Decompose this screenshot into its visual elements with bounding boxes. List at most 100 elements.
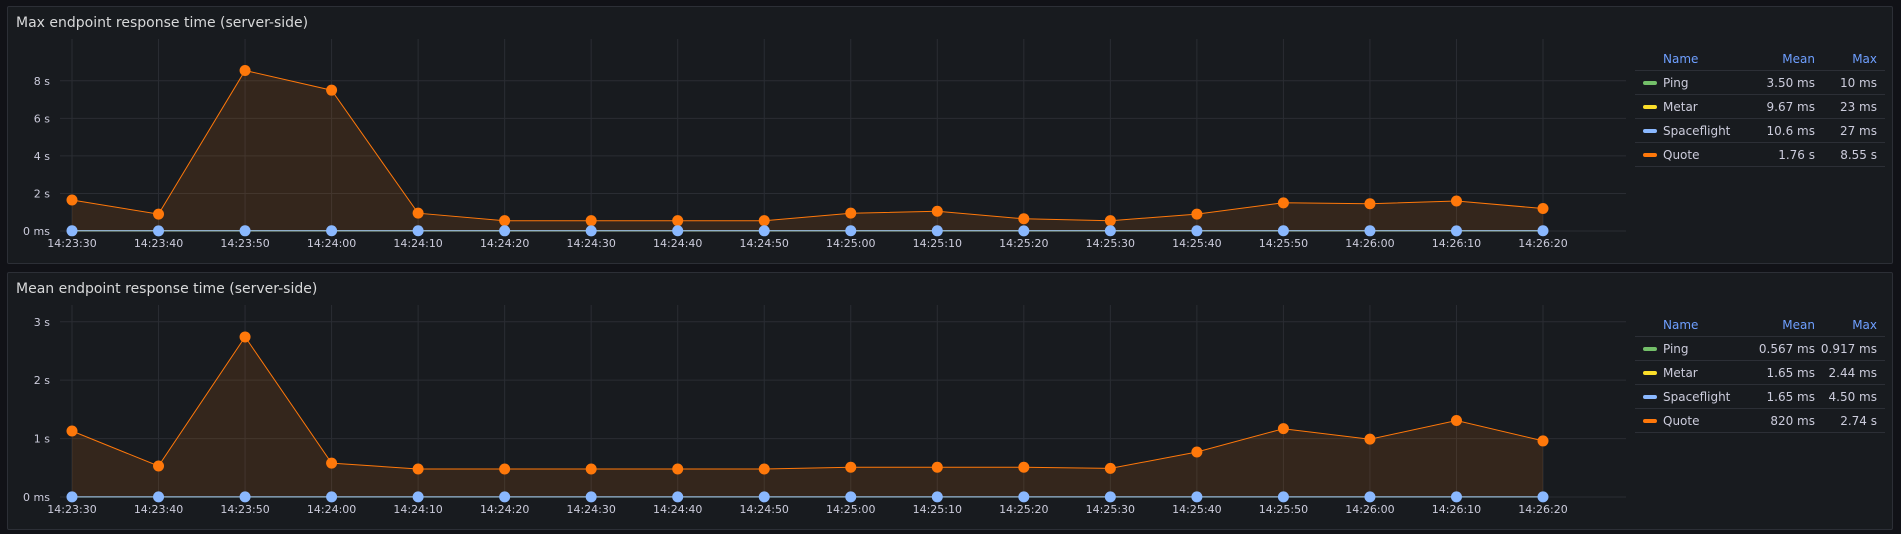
data-point-spaceflight[interactable] — [845, 491, 857, 503]
data-point-quote[interactable] — [66, 194, 78, 206]
data-point-quote[interactable] — [153, 208, 165, 220]
data-point-quote[interactable] — [585, 215, 597, 227]
data-point-spaceflight[interactable] — [1191, 491, 1203, 503]
data-point-quote[interactable] — [1537, 435, 1549, 447]
data-point-quote[interactable] — [1364, 433, 1376, 445]
legend-header-mean[interactable]: Mean — [1735, 318, 1815, 332]
data-point-quote[interactable] — [1018, 461, 1030, 473]
data-point-spaceflight[interactable] — [412, 491, 424, 503]
legend-header-max[interactable]: Max — [1815, 52, 1885, 66]
data-point-spaceflight[interactable] — [1104, 225, 1116, 237]
data-point-quote[interactable] — [1018, 213, 1030, 225]
data-point-quote[interactable] — [499, 463, 511, 475]
data-point-spaceflight[interactable] — [1537, 225, 1549, 237]
data-point-quote[interactable] — [1104, 462, 1116, 474]
data-point-spaceflight[interactable] — [153, 491, 165, 503]
data-point-spaceflight[interactable] — [931, 225, 943, 237]
data-point-quote[interactable] — [845, 207, 857, 219]
data-point-spaceflight[interactable] — [845, 225, 857, 237]
legend-header-name[interactable]: Name — [1635, 52, 1735, 66]
legend-row-metar[interactable]: Metar 1.65 ms 2.44 ms — [1635, 361, 1885, 385]
data-point-quote[interactable] — [326, 84, 338, 96]
data-point-spaceflight[interactable] — [1104, 491, 1116, 503]
data-point-quote[interactable] — [931, 205, 943, 217]
data-point-spaceflight[interactable] — [1364, 225, 1376, 237]
legend-row-ping[interactable]: Ping 0.567 ms 0.917 ms — [1635, 337, 1885, 361]
data-point-spaceflight[interactable] — [1277, 225, 1289, 237]
x-tick-label: 14:25:00 — [826, 237, 875, 250]
legend-swatch — [1643, 104, 1657, 109]
data-point-quote[interactable] — [758, 215, 770, 227]
legend-row-spaceflight[interactable]: Spaceflight 1.65 ms 4.50 ms — [1635, 385, 1885, 409]
data-point-spaceflight[interactable] — [931, 491, 943, 503]
legend-row-ping[interactable]: Ping 3.50 ms 10 ms — [1635, 71, 1885, 95]
data-point-quote[interactable] — [1364, 198, 1376, 210]
legend-row-quote[interactable]: Quote 820 ms 2.74 s — [1635, 409, 1885, 433]
x-tick-label: 14:25:50 — [1259, 237, 1308, 250]
legend-series-name: Metar — [1663, 99, 1698, 114]
data-point-quote[interactable] — [1191, 446, 1203, 458]
data-point-quote[interactable] — [412, 207, 424, 219]
legend-row-quote[interactable]: Quote 1.76 s 8.55 s — [1635, 143, 1885, 167]
legend-series-name: Quote — [1663, 147, 1700, 162]
data-point-spaceflight[interactable] — [758, 491, 770, 503]
data-point-quote[interactable] — [1537, 202, 1549, 214]
data-point-quote[interactable] — [326, 457, 338, 469]
data-point-quote[interactable] — [239, 331, 251, 343]
data-point-spaceflight[interactable] — [1018, 225, 1030, 237]
legend-header-mean[interactable]: Mean — [1735, 52, 1815, 66]
max-response-time-chart[interactable]: 0 ms 2 s 4 s 6 s 8 s 14:23:30 14:23:40 14:23:50… — [8, 7, 1628, 263]
data-point-spaceflight[interactable] — [153, 225, 165, 237]
legend-header-max[interactable]: Max — [1815, 318, 1885, 332]
data-point-spaceflight[interactable] — [1450, 491, 1462, 503]
data-point-spaceflight[interactable] — [66, 225, 78, 237]
data-point-spaceflight[interactable] — [1537, 491, 1549, 503]
data-point-spaceflight[interactable] — [1277, 491, 1289, 503]
data-point-quote[interactable] — [1277, 197, 1289, 209]
series-area-quote — [72, 336, 1543, 497]
data-point-spaceflight[interactable] — [239, 491, 251, 503]
data-point-spaceflight[interactable] — [1364, 491, 1376, 503]
data-point-spaceflight[interactable] — [585, 491, 597, 503]
data-point-quote[interactable] — [153, 460, 165, 472]
data-point-quote[interactable] — [499, 215, 511, 227]
data-point-spaceflight[interactable] — [585, 225, 597, 237]
data-point-quote[interactable] — [931, 461, 943, 473]
x-tick-label: 14:23:50 — [220, 503, 269, 516]
max-response-time-panel: Max endpoint response time (server-side)… — [7, 6, 1893, 264]
legend-row-spaceflight[interactable]: Spaceflight 10.6 ms 27 ms — [1635, 119, 1885, 143]
data-point-quote[interactable] — [66, 425, 78, 437]
data-point-spaceflight[interactable] — [412, 225, 424, 237]
data-point-spaceflight[interactable] — [66, 491, 78, 503]
legend-row-metar[interactable]: Metar 9.67 ms 23 ms — [1635, 95, 1885, 119]
x-tick-label: 14:24:00 — [307, 237, 356, 250]
data-point-quote[interactable] — [585, 463, 597, 475]
data-point-spaceflight[interactable] — [499, 491, 511, 503]
data-point-quote[interactable] — [845, 461, 857, 473]
data-point-quote[interactable] — [1277, 423, 1289, 435]
data-point-spaceflight[interactable] — [672, 491, 684, 503]
data-point-spaceflight[interactable] — [499, 225, 511, 237]
data-point-quote[interactable] — [1450, 414, 1462, 426]
data-point-spaceflight[interactable] — [326, 491, 338, 503]
x-tick-label: 14:25:40 — [1172, 503, 1221, 516]
data-point-spaceflight[interactable] — [672, 225, 684, 237]
data-point-spaceflight[interactable] — [1191, 225, 1203, 237]
data-point-quote[interactable] — [672, 463, 684, 475]
data-point-spaceflight[interactable] — [326, 225, 338, 237]
data-point-quote[interactable] — [1104, 215, 1116, 227]
data-point-quote[interactable] — [412, 463, 424, 475]
data-point-quote[interactable] — [239, 64, 251, 76]
mean-response-time-chart[interactable]: 0 ms 1 s 2 s 3 s 14:23:30 14:23:40 14:23:50 14:… — [8, 273, 1628, 529]
data-point-spaceflight[interactable] — [1450, 225, 1462, 237]
data-point-quote[interactable] — [672, 215, 684, 227]
data-point-spaceflight[interactable] — [758, 225, 770, 237]
data-point-quote[interactable] — [1450, 195, 1462, 207]
data-point-quote[interactable] — [758, 463, 770, 475]
data-point-spaceflight[interactable] — [1018, 491, 1030, 503]
legend-series-max: 23 ms — [1839, 99, 1877, 114]
legend-header-name[interactable]: Name — [1635, 318, 1735, 332]
data-point-quote[interactable] — [1191, 208, 1203, 220]
data-point-spaceflight[interactable] — [239, 225, 251, 237]
x-tick-label: 14:24:40 — [653, 503, 702, 516]
